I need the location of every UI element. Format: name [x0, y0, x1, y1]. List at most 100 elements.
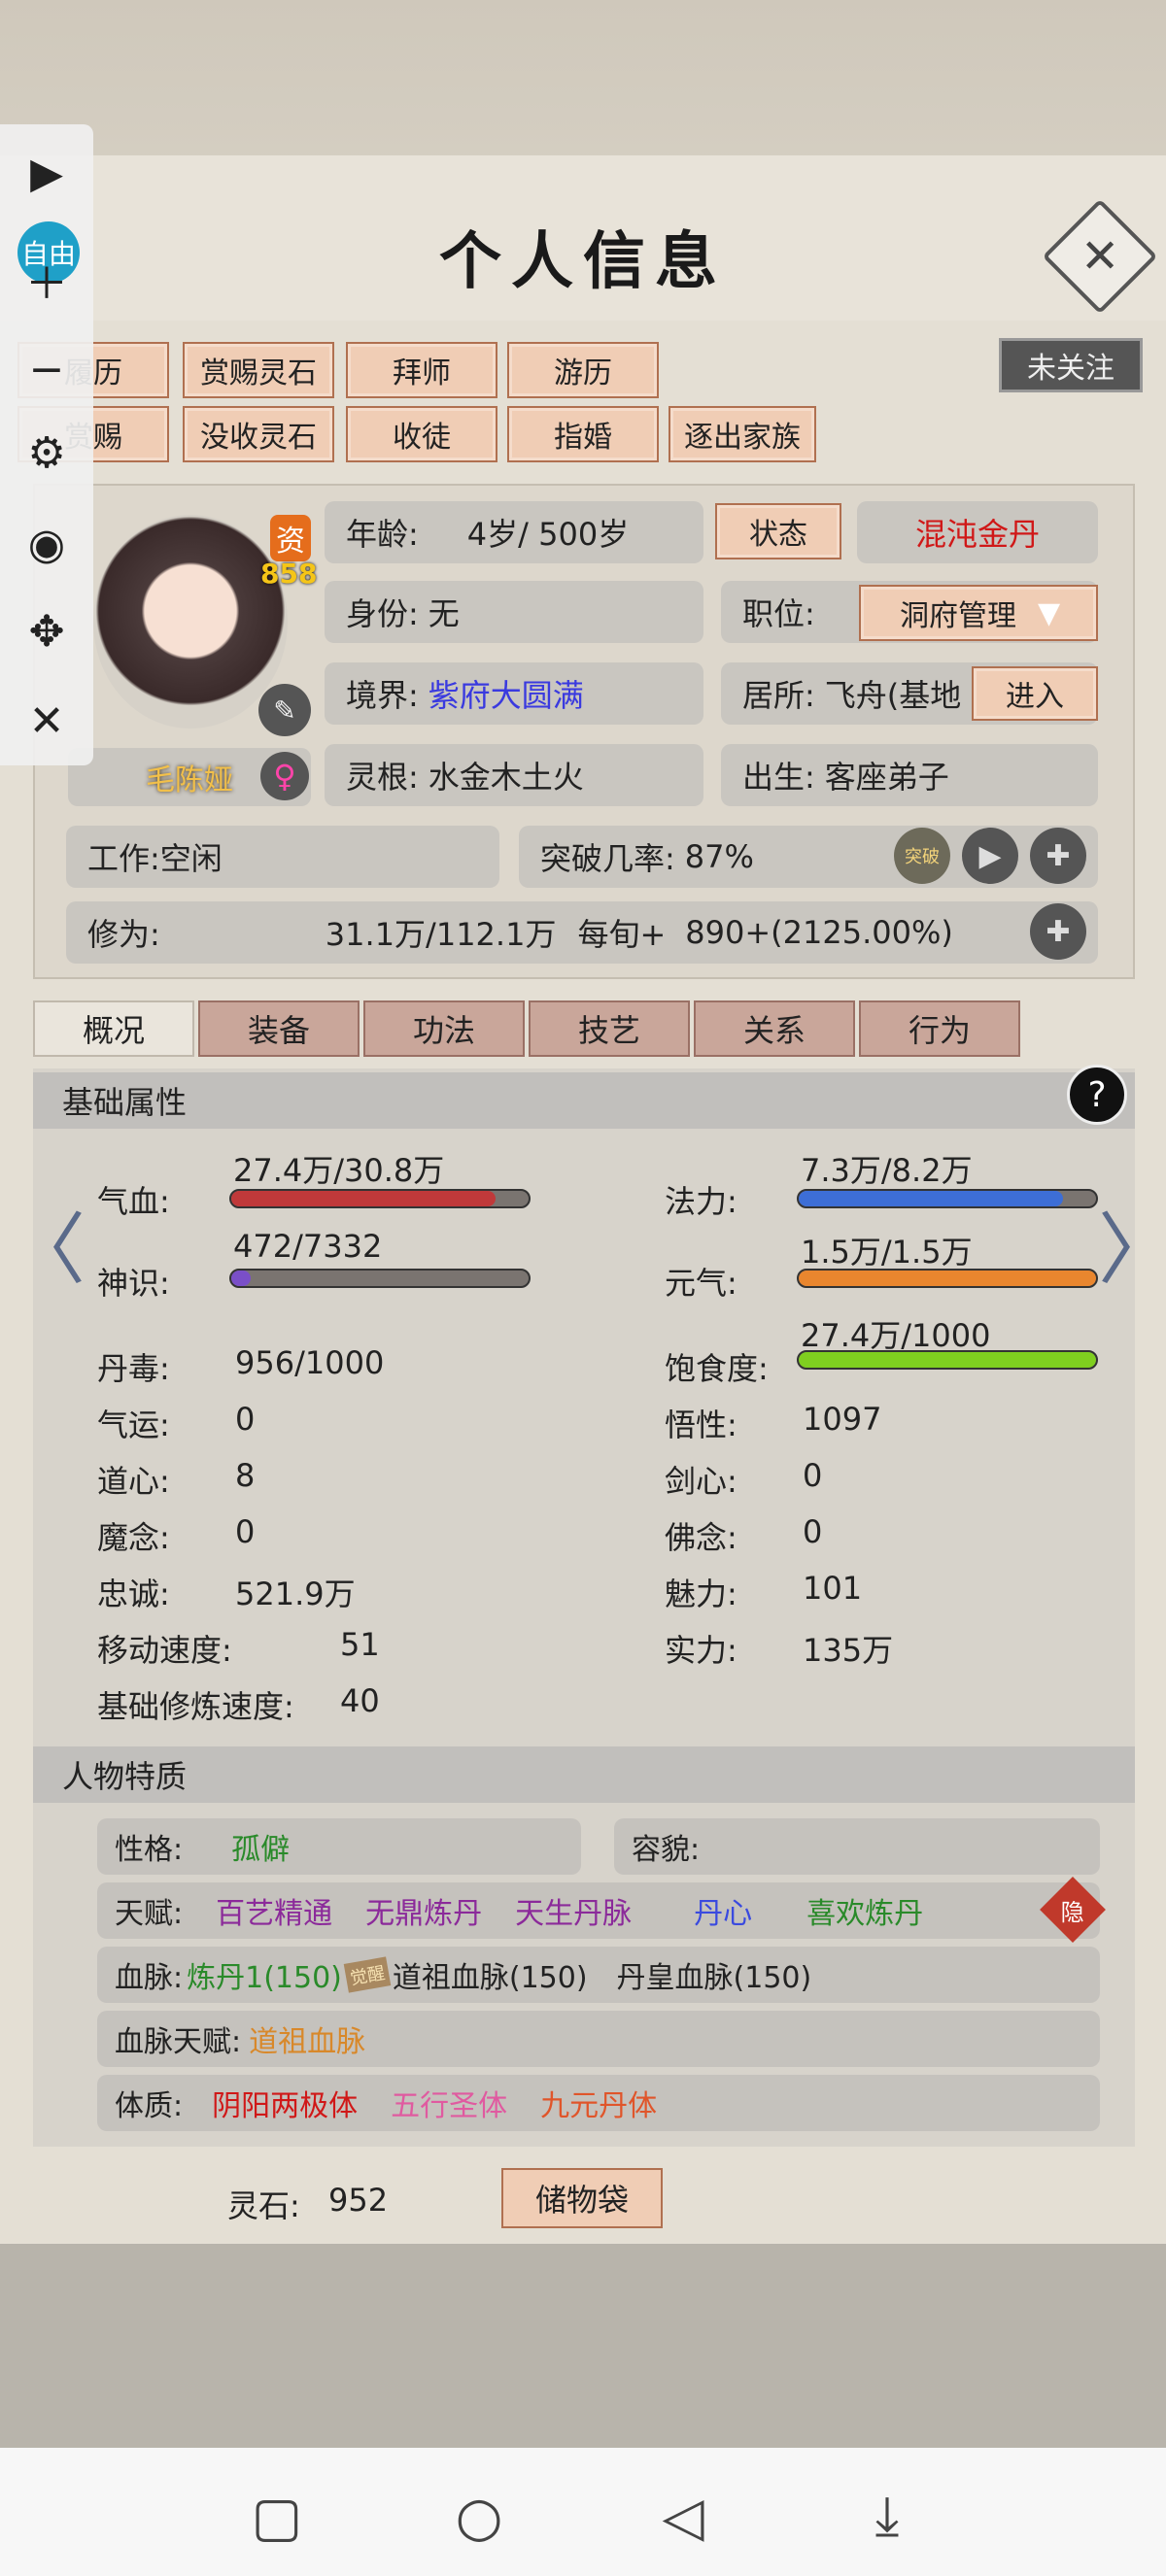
edit-icon[interactable]: ✎: [258, 684, 311, 736]
sword-heart-label: 剑心:: [665, 1463, 737, 1500]
plus-icon[interactable]: ✚: [1030, 828, 1086, 884]
sense-label: 神识:: [97, 1265, 170, 1302]
tab-overview[interactable]: 概况: [33, 1000, 194, 1057]
breakthrough-icon[interactable]: 突破: [894, 828, 950, 884]
apprentice-button[interactable]: 拜师: [346, 342, 497, 398]
tab-skills[interactable]: 技艺: [529, 1000, 690, 1057]
page-title: 个人信息: [439, 225, 727, 298]
identity-field: 身份: 无: [325, 581, 703, 643]
charm-value: 101: [803, 1570, 863, 1607]
demon-thought-label: 魔念:: [97, 1519, 170, 1556]
demon-thought-value: 0: [235, 1513, 256, 1550]
move-speed-value: 51: [340, 1626, 380, 1663]
per-period-value: 890+(2125.00%): [685, 914, 953, 951]
reward-stone-button[interactable]: 赏赐灵石: [183, 342, 334, 398]
arrange-marriage-button[interactable]: 指婚: [507, 406, 659, 462]
storage-bag-button[interactable]: 储物袋: [501, 2168, 663, 2228]
tab-techniques[interactable]: 功法: [363, 1000, 525, 1057]
physique-item[interactable]: 阴阳两极体: [212, 2082, 358, 2124]
prev-arrow-icon[interactable]: 〈: [8, 1187, 86, 1300]
help-icon[interactable]: ?: [1067, 1065, 1127, 1125]
talent-item[interactable]: 天生丹脉: [515, 1889, 632, 1932]
sense-value: 472/7332: [233, 1228, 383, 1265]
cultivation-speed-label: 基础修炼速度:: [97, 1688, 294, 1725]
system-navbar: [0, 2448, 1166, 2576]
bloodline-item[interactable]: 道祖血脉(150): [393, 1953, 588, 1996]
residence-label: 居所:: [742, 677, 815, 714]
notification-pulldown-icon[interactable]: ⤓: [853, 2483, 921, 2551]
gear-icon[interactable]: ⚙: [17, 424, 76, 482]
cultivation-field: 修为: 31.1万/112.1万 每旬+ 890+(2125.00%): [66, 901, 1098, 964]
talent-item[interactable]: 无鼎炼丹: [365, 1889, 482, 1932]
play-icon[interactable]: ▶: [17, 144, 76, 202]
travel-button[interactable]: 游历: [507, 342, 659, 398]
tab-relations[interactable]: 关系: [694, 1000, 855, 1057]
buddha-thought-value: 0: [803, 1513, 823, 1550]
expel-button[interactable]: 逐出家族: [669, 406, 816, 462]
plus-icon[interactable]: ＋: [17, 251, 76, 309]
comprehension-label: 悟性:: [665, 1407, 737, 1443]
cultivation-plus-icon[interactable]: ✚: [1030, 903, 1086, 960]
vitality-label: 元气:: [665, 1265, 737, 1302]
close-icon[interactable]: ✕: [17, 692, 76, 750]
sense-bar: [229, 1269, 531, 1288]
traits-header: 人物特质: [33, 1746, 1135, 1803]
luck-value: 0: [235, 1401, 256, 1438]
spirit-stone-value: 952: [328, 2182, 389, 2219]
enter-button[interactable]: 进入: [972, 666, 1098, 721]
minus-icon[interactable]: −: [17, 340, 76, 398]
talent-item[interactable]: 丹心: [694, 1889, 752, 1932]
age-label: 年龄:: [346, 516, 419, 553]
hp-bar: [229, 1189, 531, 1208]
work-value: 空闲: [159, 840, 223, 877]
move-icon[interactable]: ✥: [17, 602, 76, 661]
talent-row: 天赋: 百艺精通 无鼎炼丹 天生丹脉 丹心 喜欢炼丹: [97, 1882, 1100, 1939]
eye-icon[interactable]: ◉: [17, 515, 76, 573]
home-icon[interactable]: ○: [445, 2483, 513, 2551]
dao-heart-label: 道心:: [97, 1463, 170, 1500]
spirit-root-value: 水金木土火: [428, 759, 584, 796]
loyalty-value: 521.9万: [235, 1576, 356, 1612]
recent-apps-icon[interactable]: ▢: [243, 2483, 311, 2551]
breakthrough-label: 突破几率:: [540, 840, 675, 877]
mana-label: 法力:: [665, 1183, 737, 1220]
realm-tag: 混沌金丹: [857, 501, 1098, 563]
back-icon[interactable]: ◁: [649, 2483, 717, 2551]
physique-item[interactable]: 五行圣体: [391, 2082, 507, 2124]
female-icon: ♀: [260, 752, 309, 800]
satiety-bar: [797, 1350, 1098, 1370]
position-value: 洞府管理: [900, 599, 1016, 633]
age-value: 4岁/ 500岁: [466, 516, 630, 553]
strength-label: 实力:: [665, 1632, 737, 1669]
bloodline-item[interactable]: 炼丹1(150): [187, 1953, 342, 1996]
spirit-root-label: 灵根:: [346, 759, 419, 796]
vitality-value: 1.5万/1.5万: [801, 1234, 973, 1271]
per-period-label: 每旬+: [577, 916, 667, 953]
status-button[interactable]: 状态: [715, 503, 841, 559]
take-disciple-button[interactable]: 收徒: [346, 406, 497, 462]
bloodline-talent-value[interactable]: 道祖血脉: [249, 2017, 365, 2060]
pill-toxin-value: 956/1000: [235, 1344, 385, 1381]
follow-button[interactable]: 未关注: [999, 338, 1143, 392]
confiscate-stone-button[interactable]: 没收灵石: [183, 406, 334, 462]
next-arrow-icon[interactable]: 〉: [1098, 1187, 1166, 1300]
play-icon[interactable]: ▶: [962, 828, 1018, 884]
talent-item[interactable]: 喜欢炼丹: [806, 1889, 923, 1932]
tab-equipment[interactable]: 装备: [198, 1000, 360, 1057]
physique-label: 体质:: [115, 2089, 184, 2123]
identity-label: 身份:: [346, 595, 419, 632]
strength-value: 135万: [803, 1632, 894, 1669]
appearance-row: 容貌:: [614, 1818, 1100, 1875]
basic-attributes-header: 基础属性: [33, 1072, 1135, 1129]
tab-actions[interactable]: 行为: [859, 1000, 1020, 1057]
bloodline-item[interactable]: 丹皇血脉(150): [617, 1953, 812, 1996]
personality-row: 性格: 孤僻: [97, 1818, 581, 1875]
talent-item[interactable]: 百艺精通: [216, 1889, 332, 1932]
origin-field: 出生: 客座弟子: [721, 744, 1098, 806]
bloodline-talent-label: 血脉天赋:: [115, 2025, 242, 2059]
physique-item[interactable]: 九元丹体: [540, 2082, 657, 2124]
mana-bar-fill: [799, 1191, 1064, 1206]
position-dropdown[interactable]: 洞府管理 ▼: [859, 585, 1098, 641]
cultivation-speed-value: 40: [340, 1682, 380, 1719]
avatar[interactable]: [93, 515, 288, 729]
